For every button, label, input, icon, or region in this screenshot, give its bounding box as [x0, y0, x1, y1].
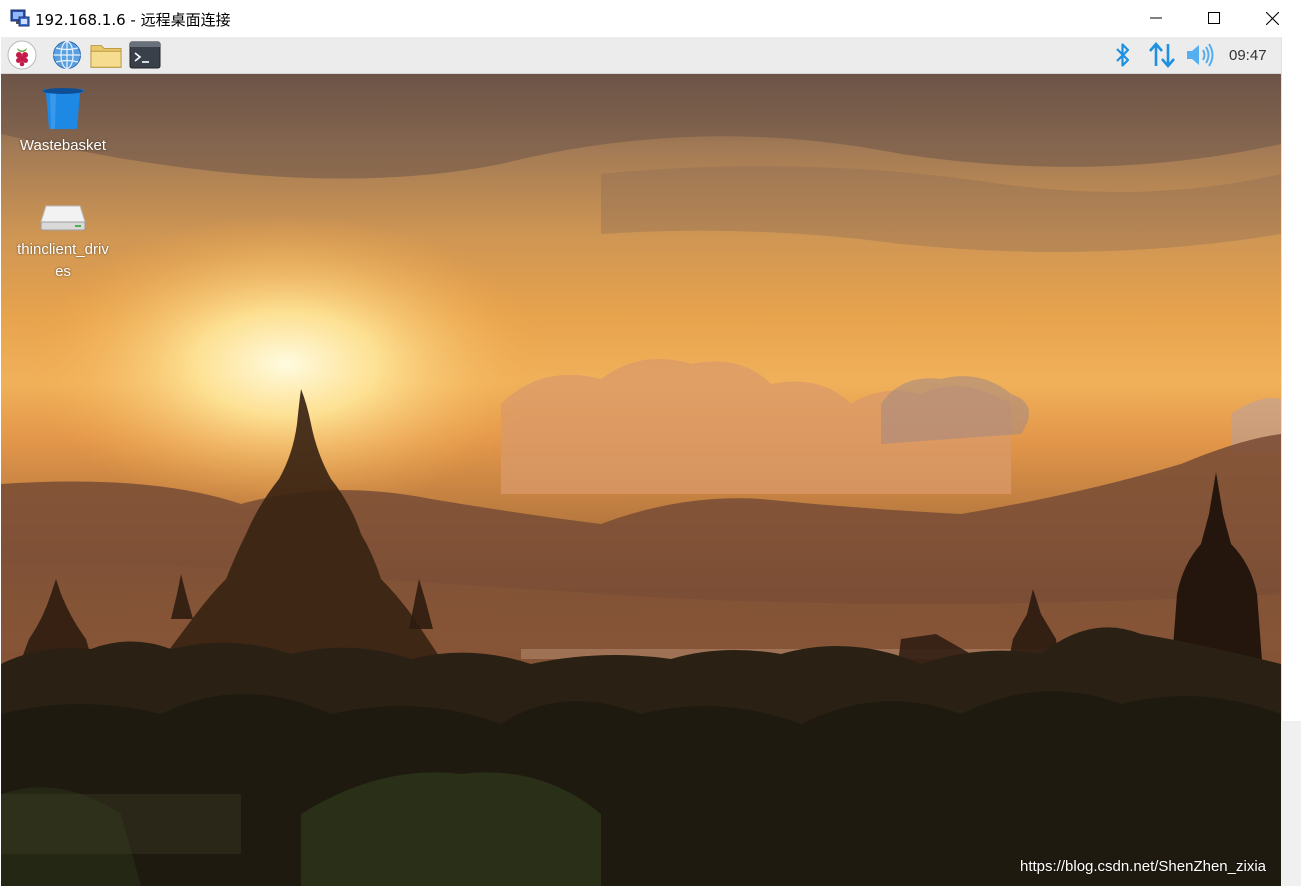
bluetooth-icon — [1116, 43, 1130, 67]
raspberry-icon — [7, 40, 37, 70]
watermark-text: https://blog.csdn.net/ShenZhen_zixia — [1020, 858, 1266, 875]
desktop-icon-wastebasket[interactable]: Wastebasket — [13, 86, 113, 157]
desktop-icon-label: Wastebasket — [19, 137, 107, 154]
raspberry-menu-button[interactable] — [6, 40, 38, 70]
web-browser-button[interactable] — [51, 40, 83, 70]
drive-icon — [40, 205, 86, 231]
maximize-icon — [1208, 12, 1220, 24]
terminal-button[interactable] — [129, 40, 161, 70]
desktop-area[interactable]: Wastebasket thinclient_drives — [1, 74, 1281, 886]
window-title: 192.168.1.6 - 远程桌面连接 — [35, 11, 231, 29]
volume-icon — [1187, 43, 1214, 67]
wastebasket-icon — [43, 88, 83, 129]
desktop-icon-label: thinclient_drives — [17, 241, 109, 280]
panel-clock[interactable]: 09:47 — [1229, 47, 1267, 64]
window-titlebar[interactable]: 192.168.1.6 - 远程桌面连接 — [0, 0, 1301, 37]
globe-icon — [53, 40, 81, 70]
network-button[interactable] — [1147, 41, 1177, 69]
folder-icon — [90, 45, 122, 68]
minimize-icon — [1150, 17, 1162, 19]
close-button[interactable] — [1243, 0, 1301, 36]
vertical-scrollbar[interactable] — [1281, 37, 1301, 886]
desktop-icon-thinclient-drives[interactable]: thinclient_drives — [13, 200, 113, 283]
file-manager-button[interactable] — [90, 40, 122, 70]
network-icon — [1149, 42, 1175, 68]
bluetooth-button[interactable] — [1111, 41, 1135, 69]
scrollbar-thumb[interactable] — [1281, 37, 1301, 721]
wallpaper-image — [1, 74, 1281, 886]
volume-button[interactable] — [1184, 41, 1216, 69]
close-icon — [1265, 11, 1279, 25]
terminal-icon — [129, 41, 161, 69]
top-panel: 09:47 — [1, 37, 1281, 74]
minimize-button[interactable] — [1127, 0, 1185, 36]
maximize-button[interactable] — [1185, 0, 1243, 36]
remote-desktop-icon — [10, 8, 30, 28]
